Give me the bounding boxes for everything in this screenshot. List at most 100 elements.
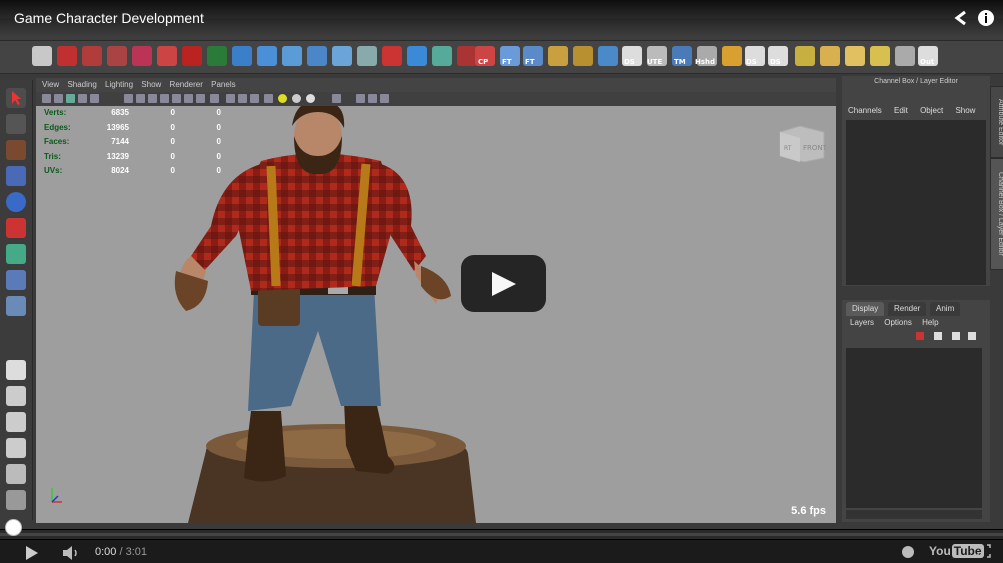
layout-outliner-icon[interactable]: [6, 438, 26, 458]
move-tool-icon[interactable]: [6, 166, 26, 186]
camera-pan-icon[interactable]: [356, 94, 365, 103]
viewport[interactable]: Verts: 6835 0 0 Edges: 13965 0 0 Faces: 7144 0 0 …: [36, 106, 836, 523]
shelf-icon: [407, 46, 427, 66]
shelf-label: TM: [674, 58, 686, 66]
shelf-icon: [282, 46, 302, 66]
channel-box: Channel Box / Layer Editor Channels Edit…: [842, 76, 990, 286]
new-layer-icon[interactable]: [916, 332, 924, 340]
select-tool-icon[interactable]: [6, 88, 26, 108]
options-menu[interactable]: Options: [884, 318, 912, 327]
video-title-bar: Game Character Development: [0, 0, 1003, 36]
shadows-icon[interactable]: [184, 94, 193, 103]
attribute-editor-tab[interactable]: Attribute Editor: [990, 86, 1003, 158]
watch-later-icon[interactable]: [902, 546, 914, 558]
fullscreen-icon[interactable]: [977, 544, 991, 558]
layout-graph-icon[interactable]: [6, 464, 26, 484]
shading-menu[interactable]: Shading: [67, 80, 96, 89]
view-cube-front-label: FRONT: [803, 144, 826, 152]
lasso-tool-icon[interactable]: [6, 114, 26, 134]
logo-text: You: [929, 544, 951, 558]
play-icon[interactable]: [25, 546, 39, 560]
layers-menu[interactable]: Layers: [850, 318, 874, 327]
edit-menu[interactable]: Edit: [894, 106, 908, 115]
shelf-icon: [845, 46, 865, 66]
last-tool-icon[interactable]: [6, 270, 26, 290]
layer-list[interactable]: [846, 348, 982, 508]
shelf-icon: [82, 46, 102, 66]
resolution-icon[interactable]: [250, 94, 259, 103]
new-layer-selected-icon[interactable]: [934, 332, 942, 340]
light-bulb-icon[interactable]: [278, 94, 287, 103]
lighting-menu[interactable]: Lighting: [105, 80, 133, 89]
image-plane-icon[interactable]: [78, 94, 87, 103]
shelf-icon: [895, 46, 915, 66]
smooth-shade-icon[interactable]: [136, 94, 145, 103]
manipulator-icon[interactable]: [6, 244, 26, 264]
show-menu[interactable]: Show: [955, 106, 975, 115]
shelf-icon: [57, 46, 77, 66]
layout-single-icon[interactable]: [6, 360, 26, 380]
play-button-large[interactable]: [461, 255, 546, 312]
wireframe-on-shaded-icon[interactable]: [148, 94, 157, 103]
video-frame[interactable]: CP FT FT DS UTE TM Hshd DS DS Out View S…: [0, 0, 1003, 563]
share-icon[interactable]: [952, 9, 970, 27]
lights-icon[interactable]: [172, 94, 181, 103]
current-time: 0:00: [95, 546, 117, 558]
shelf-label: Out: [920, 58, 935, 66]
move-layer-down-icon[interactable]: [968, 332, 976, 340]
channel-list[interactable]: [846, 120, 986, 285]
shelf-icon: [357, 46, 377, 66]
shelf-icon: [598, 46, 618, 66]
default-light-icon[interactable]: [292, 94, 301, 103]
scale-tool-icon[interactable]: [6, 218, 26, 238]
shelf-icon: [573, 46, 593, 66]
shelf-icon: [157, 46, 177, 66]
show-menu[interactable]: Show: [141, 80, 161, 89]
object-menu[interactable]: Object: [920, 106, 943, 115]
wireframe-icon[interactable]: [124, 94, 133, 103]
isolate-icon[interactable]: [226, 94, 235, 103]
volume-icon[interactable]: [63, 546, 83, 560]
tab-render[interactable]: Render: [888, 302, 927, 316]
info-icon[interactable]: [977, 9, 995, 27]
tab-anim[interactable]: Anim: [930, 302, 961, 316]
frame-icon[interactable]: [368, 94, 377, 103]
layout-two-icon[interactable]: [6, 412, 26, 432]
shelf-label: UTE: [647, 58, 663, 66]
paint-tool-icon[interactable]: [6, 140, 26, 160]
grease-pencil-icon[interactable]: [380, 94, 389, 103]
gate-icon[interactable]: [238, 94, 247, 103]
layout-hypershade-icon[interactable]: [6, 490, 26, 510]
renderer-menu[interactable]: Renderer: [170, 80, 203, 89]
rotate-tool-icon[interactable]: [6, 192, 26, 212]
all-lights-icon[interactable]: [306, 94, 315, 103]
channel-box-tab[interactable]: Channel Box / Layer Editor: [990, 158, 1003, 270]
player-controls: 0:00 / 3:01 You Tube: [0, 539, 1003, 563]
shelf-label: CP: [478, 58, 489, 66]
textured-icon[interactable]: [160, 94, 169, 103]
xray-icon[interactable]: [210, 94, 219, 103]
camera-icon[interactable]: [42, 94, 51, 103]
grid-icon[interactable]: [90, 94, 99, 103]
safe-action-icon[interactable]: [264, 94, 273, 103]
hud-icon[interactable]: [332, 94, 341, 103]
panels-menu[interactable]: Panels: [211, 80, 235, 89]
move-layer-up-icon[interactable]: [952, 332, 960, 340]
bookmark-icon[interactable]: [66, 94, 75, 103]
youtube-logo[interactable]: You Tube: [929, 544, 984, 558]
soft-mod-icon[interactable]: [6, 296, 26, 316]
tab-display[interactable]: Display: [846, 302, 885, 316]
camera-attr-icon[interactable]: [54, 94, 63, 103]
progress-handle[interactable]: [5, 519, 22, 536]
layer-scrollbar[interactable]: [846, 510, 982, 519]
progress-track[interactable]: [0, 533, 1003, 536]
shelf-icon: [232, 46, 252, 66]
channels-menu[interactable]: Channels: [848, 106, 882, 115]
shelf-icon: [332, 46, 352, 66]
view-menu[interactable]: View: [42, 80, 59, 89]
help-menu[interactable]: Help: [922, 318, 938, 327]
ao-icon[interactable]: [196, 94, 205, 103]
layout-four-icon[interactable]: [6, 386, 26, 406]
video-title[interactable]: Game Character Development: [14, 10, 204, 26]
view-cube[interactable]: RT FRONT: [776, 124, 826, 162]
